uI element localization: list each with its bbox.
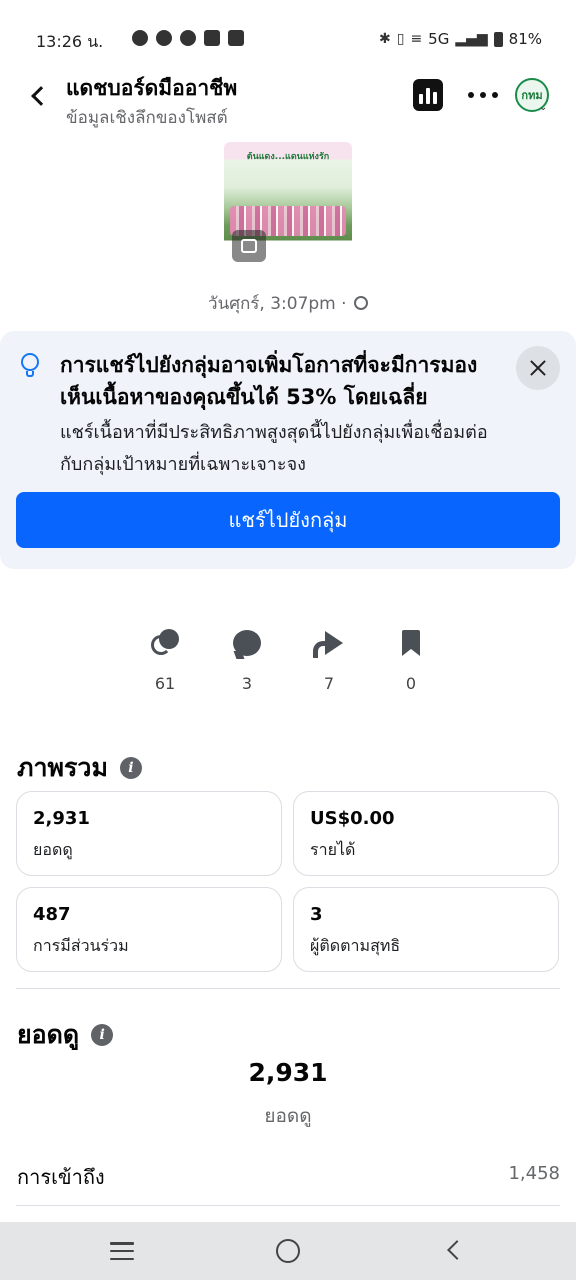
overview-heading: ภาพรวม i [17, 748, 142, 788]
tip-title: การแชร์ไปยังกลุ่มอาจเพิ่มโอกาสที่จะมีการ… [60, 353, 478, 409]
comment-icon [233, 630, 261, 656]
signal-icon: ▂▄▆ [455, 31, 488, 47]
share-to-group-button[interactable]: แชร์ไปยังกลุ่ม [16, 492, 560, 548]
views-total: 2,931 [248, 1058, 328, 1087]
network-type: 5G [428, 30, 450, 48]
notification-icons [132, 30, 244, 46]
comments-count: 3 [241, 674, 253, 693]
card-label: ผู้ติดตามสุทธิ [310, 936, 401, 955]
page-title: แดชบอร์ดมืออาชีพ [66, 76, 238, 100]
reactions-stat[interactable]: 61 [124, 626, 206, 696]
battery-icon [493, 31, 503, 47]
top-app-bar: แดชบอร์ดมืออาชีพ ข้อมูลเชิงลึกของโพสต์ ก… [0, 66, 576, 130]
status-indicators: ✱ ▯ ≡ 5G ▂▄▆ 81% [379, 30, 542, 48]
card-value: 2,931 [33, 808, 90, 829]
reactions-count: 61 [154, 674, 176, 693]
info-icon[interactable]: i [91, 1024, 114, 1046]
earnings-card[interactable]: US$0.00 รายได้ [293, 791, 559, 876]
saves-count: 0 [405, 674, 417, 693]
bookmark-icon [402, 630, 420, 656]
tip-body: แชร์เนื้อหาที่มีประสิทธิภาพสูงสุดนี้ไปยั… [60, 422, 488, 475]
share-tip-card: การแชร์ไปยังกลุ่มอาจเพิ่มโอกาสที่จะมีการ… [0, 331, 576, 569]
image-album-icon [232, 230, 266, 262]
thumbnail-caption: ต้นแดง...แดนแห่งรัก [246, 152, 330, 162]
insights-button[interactable] [413, 79, 443, 111]
messenger-icon [132, 30, 148, 46]
system-nav-bar [0, 1222, 576, 1280]
volte-icon: ≡ [410, 31, 423, 47]
saves-stat[interactable]: 0 [370, 626, 452, 696]
card-label: รายได้ [310, 840, 356, 859]
globe-icon [353, 296, 368, 310]
news-icon [228, 30, 244, 46]
post-date: วันศุกร์, 3:07pm · [0, 290, 576, 317]
recent-apps-button[interactable] [110, 1242, 134, 1260]
engagement-row: 61 3 7 0 [124, 626, 452, 696]
close-icon [530, 360, 546, 376]
home-button[interactable] [276, 1239, 300, 1263]
line-icon [156, 30, 172, 46]
back-button[interactable] [22, 76, 54, 116]
net-followers-card[interactable]: 3 ผู้ติดตามสุทธิ [293, 887, 559, 972]
section-divider [16, 1205, 560, 1206]
lightbulb-icon [19, 353, 41, 381]
more-options-button[interactable] [468, 84, 498, 106]
card-label: การมีส่วนร่วม [33, 936, 129, 955]
card-value: 487 [33, 904, 71, 925]
share-icon [313, 631, 343, 658]
bluetooth-icon: ✱ [378, 31, 391, 47]
card-label: ยอดดู [33, 840, 73, 859]
shares-count: 7 [323, 674, 335, 693]
reach-value: 1,458 [508, 1163, 560, 1184]
comments-stat[interactable]: 3 [206, 626, 288, 696]
card-value: 3 [310, 904, 323, 925]
status-time: 13:26 น. [36, 32, 104, 51]
post-date-text: วันศุกร์, 3:07pm · [208, 294, 347, 314]
section-divider [16, 988, 560, 989]
post-thumbnail[interactable]: ต้นแดง...แดนแห่งรัก [224, 142, 352, 268]
vibrate-icon: ▯ [396, 31, 405, 47]
views-title: ยอดดู [17, 1020, 80, 1049]
system-back-button[interactable] [447, 1240, 467, 1260]
views-card[interactable]: 2,931 ยอดดู [16, 791, 282, 876]
views-heading: ยอดดู i [17, 1015, 114, 1055]
engagement-card[interactable]: 487 การมีส่วนร่วม [16, 887, 282, 972]
chat-icon [180, 30, 196, 46]
page-subtitle: ข้อมูลเชิงลึกของโพสต์ [66, 108, 228, 128]
reactions-icon [151, 629, 179, 657]
battery-percent: 81% [508, 30, 542, 48]
card-value: US$0.00 [310, 808, 395, 829]
views-total-label: ยอดดู [264, 1105, 312, 1127]
chevron-down-icon: ⌄ [539, 102, 548, 113]
shares-stat[interactable]: 7 [288, 626, 370, 696]
reach-label: การเข้าถึง [17, 1165, 105, 1189]
info-icon[interactable]: i [119, 757, 142, 779]
overview-title: ภาพรวม [17, 753, 108, 782]
close-tip-button[interactable] [516, 346, 560, 390]
youtube-icon [204, 30, 220, 46]
chevron-left-icon [31, 86, 51, 106]
